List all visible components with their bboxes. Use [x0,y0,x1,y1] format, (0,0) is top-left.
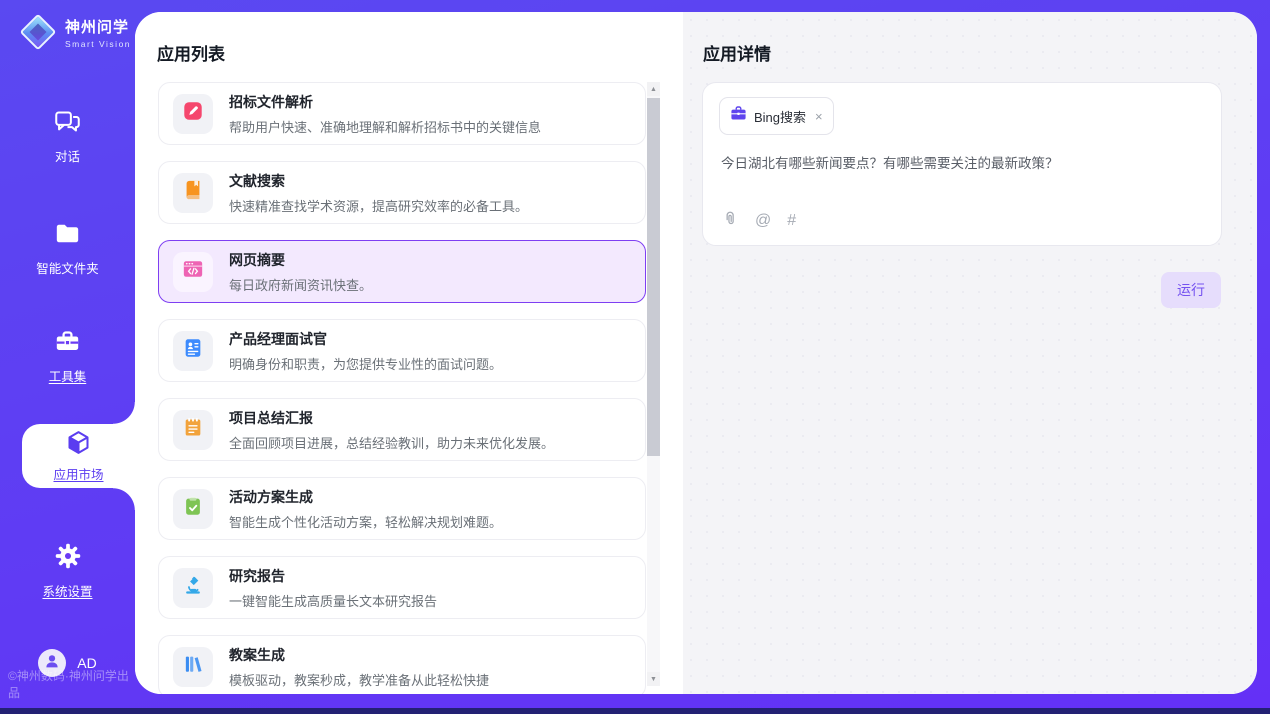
app-icon-tile [173,252,213,292]
app-card-title: 项目总结汇报 [229,408,554,428]
resume-icon [182,337,204,364]
app-icon-tile [173,647,213,687]
scrollbar-up-arrow[interactable]: ▲ [647,82,660,96]
sidebar-item-label: 智能文件夹 [36,258,99,277]
app-card-list: 招标文件解析帮助用户快速、准确地理解和解析招标书中的关键信息文献搜索快速精准查找… [158,82,646,694]
brand-name: 神州问学 [65,16,131,37]
diamond-logo-icon [20,14,56,50]
copyright-footer: ©神州数码·神州问学出品 [8,667,135,701]
scrollbar-thumb[interactable] [647,98,660,456]
browser-code-icon [182,258,204,285]
app-detail-title: 应用详情 [703,40,771,65]
app-card-description: 模板驱动，教案秒成，教学准备从此轻松快捷 [229,670,489,689]
app-icon-tile [173,489,213,529]
app-card[interactable]: 产品经理面试官明确身份和职责，为您提供专业性的面试问题。 [158,319,646,382]
app-card-texts: 教案生成模板驱动，教案秒成，教学准备从此轻松快捷 [229,645,489,689]
briefcase-icon [730,105,747,127]
app-card-texts: 文献搜索快速精准查找学术资源，提高研究效率的必备工具。 [229,171,528,215]
app-card[interactable]: 招标文件解析帮助用户快速、准确地理解和解析招标书中的关键信息 [158,82,646,145]
app-card-description: 一键智能生成高质量长文本研究报告 [229,591,437,610]
sidebar: 神州问学 Smart Vision 对话智能文件夹工具集应用市场系统设置 AD … [0,0,135,714]
sidebar-item-1[interactable]: 对话 [0,108,135,165]
app-card-texts: 活动方案生成智能生成个性化活动方案，轻松解决规划难题。 [229,487,502,531]
chat-icon [54,108,81,138]
app-card-title: 研究报告 [229,566,437,586]
app-card-texts: 项目总结汇报全面回顾项目进展，总结经验教训，助力未来优化发展。 [229,408,554,452]
sidebar-item-4[interactable]: 应用市场 [22,424,135,488]
app-card[interactable]: 研究报告一键智能生成高质量长文本研究报告 [158,556,646,619]
app-logo: 神州问学 Smart Vision [20,14,131,50]
tool-chip-bing-search[interactable]: Bing搜索 × [719,97,834,135]
scrollbar-down-arrow[interactable]: ▼ [647,672,660,686]
sidebar-item-2[interactable]: 智能文件夹 [0,220,135,277]
brand-tagline: Smart Vision [65,39,131,49]
app-card-title: 产品经理面试官 [229,329,502,349]
chip-close-icon[interactable]: × [815,109,823,124]
app-card-description: 明确身份和职责，为您提供专业性的面试问题。 [229,354,502,373]
query-input-card[interactable]: Bing搜索 × 今日湖北有哪些新闻要点？有哪些需要关注的最新政策？ @# [702,82,1222,246]
list-scrollbar[interactable]: ▲ ▼ [647,82,660,686]
books-icon [182,653,204,680]
sidebar-item-3[interactable]: 工具集 [0,328,135,385]
app-card-title: 文献搜索 [229,171,528,191]
app-icon-tile [173,410,213,450]
paperclip-icon[interactable] [721,210,739,232]
sidebar-item-label: 应用市场 [53,464,103,483]
app-card-title: 招标文件解析 [229,92,541,112]
microscope-icon [182,574,204,601]
app-card-description: 智能生成个性化活动方案，轻松解决规划难题。 [229,512,502,531]
at-icon[interactable]: @ [755,213,771,229]
app-card[interactable]: 文献搜索快速精准查找学术资源，提高研究效率的必备工具。 [158,161,646,224]
app-detail-panel: 应用详情 Bing搜索 × 今日湖北有哪些新闻要点？有哪些需要关注的最新政策？ … [683,12,1257,694]
query-text[interactable]: 今日湖北有哪些新闻要点？有哪些需要关注的最新政策？ [721,152,1205,172]
app-card-texts: 产品经理面试官明确身份和职责，为您提供专业性的面试问题。 [229,329,502,373]
composer-toolbar: @# [721,210,796,232]
app-icon-tile [173,94,213,134]
sidebar-item-5[interactable]: 系统设置 [0,542,135,600]
app-card-description: 快速精准查找学术资源，提高研究效率的必备工具。 [229,196,528,215]
app-icon-tile [173,173,213,213]
app-card-title: 活动方案生成 [229,487,502,507]
app-card[interactable]: 教案生成模板驱动，教案秒成，教学准备从此轻松快捷 [158,635,646,694]
clipboard-check-icon [182,495,204,522]
app-card-description: 帮助用户快速、准确地理解和解析招标书中的关键信息 [229,117,541,136]
folder-icon [54,220,81,250]
app-card-title: 网页摘要 [229,250,372,270]
book-icon [182,179,204,206]
app-card[interactable]: 项目总结汇报全面回顾项目进展，总结经验教训，助力未来优化发展。 [158,398,646,461]
sidebar-item-label: 系统设置 [42,581,92,600]
toolbox-icon [54,328,81,358]
app-card-title: 教案生成 [229,645,489,665]
app-card-texts: 招标文件解析帮助用户快速、准确地理解和解析招标书中的关键信息 [229,92,541,136]
app-card-description: 全面回顾项目进展，总结经验教训，助力未来优化发展。 [229,433,554,452]
sidebar-item-label: 对话 [55,146,80,165]
app-card-texts: 研究报告一键智能生成高质量长文本研究报告 [229,566,437,610]
app-icon-tile [173,568,213,608]
app-list-title: 应用列表 [157,40,225,65]
notepad-icon [182,416,204,443]
main-content: 应用列表 招标文件解析帮助用户快速、准确地理解和解析招标书中的关键信息文献搜索快… [135,12,1257,694]
tool-chip-label: Bing搜索 [754,107,806,126]
run-button[interactable]: 运行 [1161,272,1221,308]
app-card[interactable]: 活动方案生成智能生成个性化活动方案，轻松解决规划难题。 [158,477,646,540]
app-icon-tile [173,331,213,371]
gear-icon [54,542,82,573]
app-card[interactable]: 网页摘要每日政府新闻资讯快查。 [158,240,646,303]
cube-icon [65,429,92,459]
hash-icon[interactable]: # [787,213,796,229]
bottom-bar [0,708,1270,714]
app-card-texts: 网页摘要每日政府新闻资讯快查。 [229,250,372,294]
app-list-panel: 应用列表 招标文件解析帮助用户快速、准确地理解和解析招标书中的关键信息文献搜索快… [135,12,683,694]
sidebar-item-label: 工具集 [49,366,87,385]
edit-square-icon [182,100,204,127]
app-card-description: 每日政府新闻资讯快查。 [229,275,372,294]
